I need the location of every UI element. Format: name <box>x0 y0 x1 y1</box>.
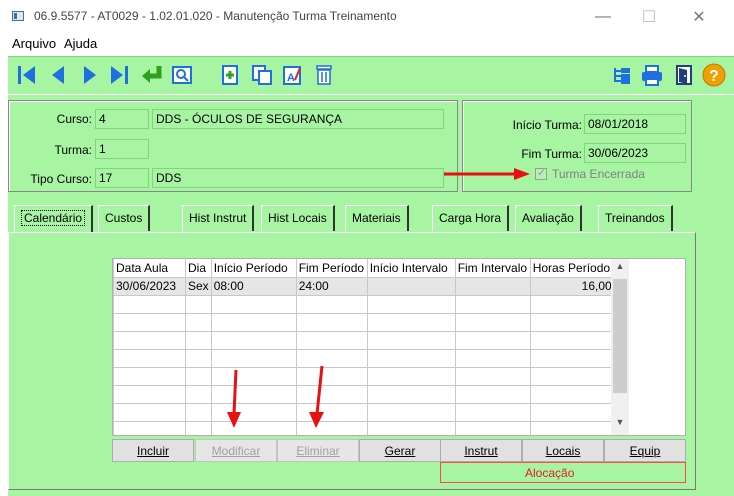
tree-icon[interactable] <box>610 63 634 87</box>
equip-button[interactable]: Equip <box>604 439 686 462</box>
col-data-aula[interactable]: Data Aula <box>113 259 186 278</box>
table-row-empty[interactable] <box>113 348 615 368</box>
eliminar-button[interactable]: Eliminar <box>277 439 359 462</box>
tab-treinandos[interactable]: Treinandos <box>598 205 673 231</box>
cell-fim-intervalo[interactable] <box>454 276 531 296</box>
menu-arquivo[interactable]: Arquivo <box>12 36 56 51</box>
curso-label: Curso: <box>56 112 92 126</box>
delete-icon[interactable] <box>312 63 336 87</box>
table-row-empty[interactable] <box>113 402 615 422</box>
window-title: 06.9.5577 - AT0029 - 1.02.01.020 - Manut… <box>34 9 397 23</box>
search-icon[interactable] <box>170 63 194 87</box>
annotation-arrow-down-modificar <box>227 369 241 428</box>
col-inicio-intervalo[interactable]: Início Intervalo <box>366 259 456 278</box>
title-bar: 06.9.5577 - AT0029 - 1.02.01.020 - Manut… <box>0 0 734 32</box>
table-row-empty[interactable] <box>113 384 615 404</box>
return-icon[interactable] <box>140 63 164 87</box>
col-fim-periodo[interactable]: Fim Período <box>295 259 368 278</box>
incluir-button[interactable]: Incluir <box>112 439 194 462</box>
svg-text:?: ? <box>709 68 719 85</box>
first-record-icon[interactable] <box>14 63 38 87</box>
annotation-arrow-down-eliminar <box>309 365 324 428</box>
cell-dia[interactable]: Sex <box>185 276 212 296</box>
menu-bar: Arquivo Ajuda <box>0 33 734 53</box>
instrut-button[interactable]: Instrut <box>440 439 522 462</box>
scroll-thumb[interactable] <box>613 279 627 393</box>
scroll-down-icon[interactable]: ▼ <box>611 417 629 434</box>
cell-inicio-periodo[interactable]: 08:00 <box>210 276 297 296</box>
col-dia[interactable]: Dia <box>185 259 212 278</box>
turma-encerrada-label: Turma Encerrada <box>552 167 645 181</box>
last-record-icon[interactable] <box>108 63 132 87</box>
table-row-empty[interactable] <box>113 294 615 314</box>
turma-encerrada-checkbox[interactable] <box>535 166 547 180</box>
tab-carga-hora[interactable]: Carga Hora <box>432 205 510 231</box>
edit-icon[interactable]: A <box>280 63 304 87</box>
tab-custos[interactable]: Custos <box>98 205 151 231</box>
copy-icon[interactable] <box>250 63 274 87</box>
tab-hist-locais[interactable]: Hist Locais <box>261 205 335 231</box>
vertical-scrollbar[interactable]: ▲ ▼ <box>611 259 629 435</box>
turma-label: Turma: <box>54 143 92 157</box>
tab-calendario[interactable]: Calendário <box>14 205 94 233</box>
tipo-curso-label: Tipo Curso: <box>30 172 92 186</box>
cell-data-aula[interactable]: 30/06/2023 <box>113 276 186 296</box>
cell-inicio-intervalo[interactable] <box>366 276 456 296</box>
help-icon[interactable]: ? <box>702 63 726 87</box>
tipo-curso-name-field[interactable]: DDS <box>152 168 444 188</box>
calendar-grid[interactable]: Data Aula Dia Início Período Fim Período… <box>112 258 686 436</box>
exit-icon[interactable] <box>672 63 696 87</box>
scroll-up-icon[interactable]: ▲ <box>611 261 629 278</box>
fim-turma-label: Fim Turma: <box>521 147 582 161</box>
curso-code-field[interactable]: 4 <box>95 109 149 129</box>
tab-hist-instrut[interactable]: Hist Instrut <box>182 205 255 231</box>
tab-avaliacao[interactable]: Avaliação <box>515 205 582 231</box>
table-row-empty[interactable] <box>113 330 615 350</box>
modificar-button[interactable]: Modificar <box>195 439 277 462</box>
gerar-button[interactable]: Gerar <box>359 439 441 462</box>
print-icon[interactable] <box>640 63 664 87</box>
tipo-curso-code-field[interactable]: 17 <box>95 168 149 188</box>
curso-name-field[interactable]: DDS - ÓCULOS DE SEGURANÇA <box>152 109 444 129</box>
calendar-table: Data Aula Dia Início Período Fim Período… <box>113 259 615 435</box>
tab-materiais[interactable]: Materiais <box>345 205 409 231</box>
close-button[interactable]: ✕ <box>676 4 722 30</box>
minimize-button[interactable]: — <box>580 4 626 30</box>
cell-horas-periodo[interactable]: 16,00 <box>529 276 615 296</box>
inicio-turma-field[interactable]: 08/01/2018 <box>584 114 686 134</box>
col-horas-periodo[interactable]: Horas Período <box>529 259 615 278</box>
toolbar: A ? <box>8 56 734 94</box>
new-icon[interactable] <box>218 63 242 87</box>
col-inicio-periodo[interactable]: Início Período <box>210 259 297 278</box>
alocacao-label: Alocação <box>525 466 575 480</box>
menu-ajuda[interactable]: Ajuda <box>64 36 97 51</box>
maximize-button[interactable]: ☐ <box>626 4 672 30</box>
prev-record-icon[interactable] <box>46 63 70 87</box>
next-record-icon[interactable] <box>78 63 102 87</box>
table-header-row: Data Aula Dia Início Período Fim Período… <box>113 259 615 278</box>
locais-button[interactable]: Locais <box>522 439 604 462</box>
app-icon <box>12 11 24 21</box>
col-fim-intervalo[interactable]: Fim Intervalo <box>454 259 531 278</box>
inicio-turma-label: Início Turma: <box>512 118 582 132</box>
table-row-empty[interactable] <box>113 366 615 386</box>
table-row-empty[interactable] <box>113 420 615 435</box>
table-row-empty[interactable] <box>113 312 615 332</box>
table-row[interactable]: 30/06/2023 Sex 08:00 24:00 16,00 <box>113 276 615 296</box>
fim-turma-field[interactable]: 30/06/2023 <box>584 143 686 163</box>
tab-bar: Calendário Custos Hist Instrut Hist Loca… <box>8 205 734 233</box>
turma-field[interactable]: 1 <box>95 139 149 159</box>
svg-text:A: A <box>287 72 295 84</box>
cell-fim-periodo[interactable]: 24:00 <box>295 276 368 296</box>
annotation-arrow-right <box>444 168 530 180</box>
